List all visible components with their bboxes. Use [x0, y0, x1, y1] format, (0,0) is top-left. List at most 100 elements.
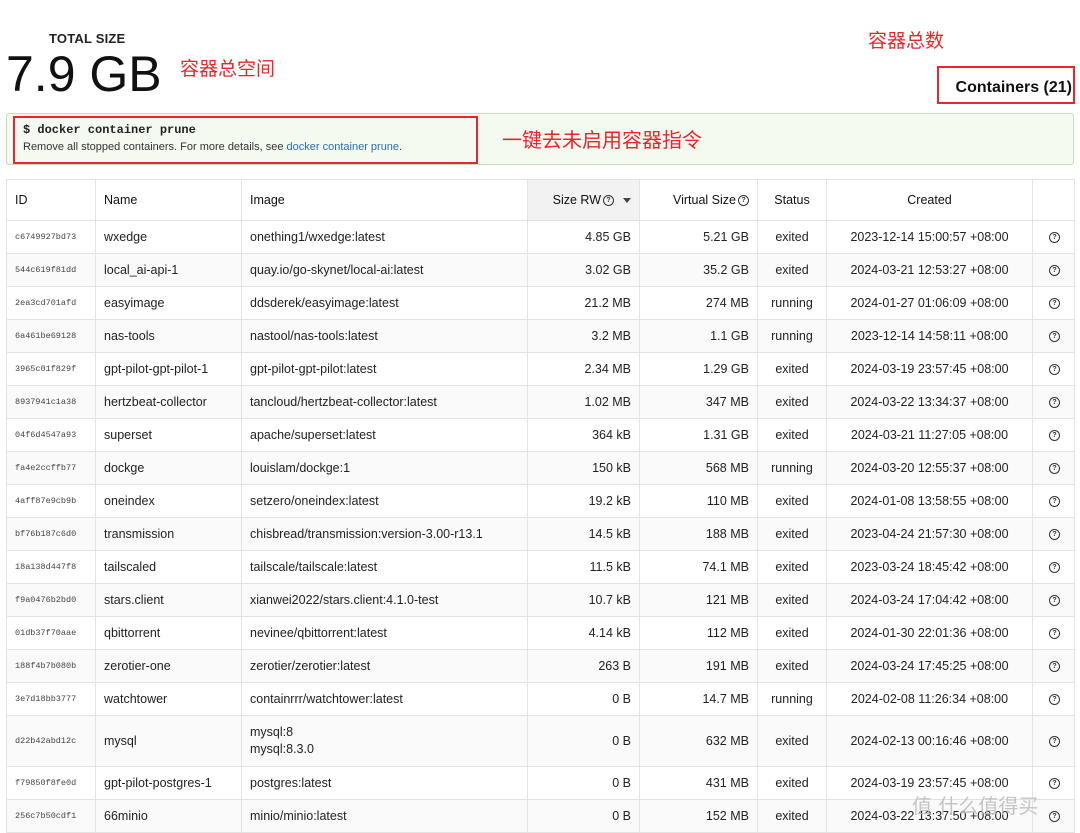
- container-name: stars.client: [95, 583, 242, 617]
- info-icon[interactable]: ?: [1049, 364, 1060, 376]
- container-size-rw: 2.34 MB: [527, 352, 640, 386]
- container-virtual-size: 152 MB: [639, 799, 758, 833]
- info-icon[interactable]: ?: [1049, 694, 1060, 706]
- container-created: 2024-02-13 00:16:46 +08:00: [826, 715, 1033, 767]
- table-row[interactable]: f9a0476b2bd0 stars.client xianwei2022/star…: [6, 583, 1075, 617]
- container-image: apache/superset:latest: [241, 418, 528, 452]
- watermark-text: 值 什么值得买: [912, 794, 1039, 818]
- row-actions: ?: [1032, 220, 1075, 254]
- info-icon[interactable]: ?: [1049, 529, 1060, 541]
- table-row[interactable]: 04f6d4547a93 superset apache/superset:late…: [6, 418, 1075, 452]
- table-row[interactable]: 6a461be69128 nas-tools nastool/nas-tools:l…: [6, 319, 1075, 353]
- column-header-created-label: Created: [907, 193, 952, 207]
- container-virtual-size: 74.1 MB: [639, 550, 758, 584]
- container-name: mysql: [95, 715, 242, 767]
- container-image: xianwei2022/stars.client:4.1.0-test: [241, 583, 528, 617]
- table-row[interactable]: 3e7d18bb3777 watchtower containrrr/watchto…: [6, 682, 1075, 716]
- container-name: oneindex: [95, 484, 242, 518]
- container-created: 2024-01-27 01:06:09 +08:00: [826, 286, 1033, 320]
- container-image-tag: gpt-pilot-gpt-pilot:latest: [250, 362, 377, 376]
- container-created: 2024-03-21 11:27:05 +08:00: [826, 418, 1033, 452]
- table-row[interactable]: d22b42abd12c mysql mysql:8 mysql:8.3.0 0 B 63…: [6, 715, 1075, 767]
- info-icon[interactable]: ?: [1049, 496, 1060, 508]
- info-icon[interactable]: ?: [1049, 595, 1060, 607]
- container-id: 18a138d447f8: [6, 550, 96, 584]
- info-icon[interactable]: ?: [1049, 628, 1060, 640]
- info-icon[interactable]: ?: [1049, 265, 1060, 277]
- container-image: chisbread/transmission:version-3.00-r13.…: [241, 517, 528, 551]
- prune-command: $ docker container prune: [23, 123, 196, 137]
- table-row[interactable]: 544c619f81dd local_ai-api-1 quay.io/go-sky…: [6, 253, 1075, 287]
- container-status: exited: [757, 649, 827, 683]
- container-image: ddsderek/easyimage:latest: [241, 286, 528, 320]
- container-image: tailscale/tailscale:latest: [241, 550, 528, 584]
- table-row[interactable]: fa4e2ccffb77 dockge louislam/dockge:1 150 k…: [6, 451, 1075, 485]
- info-icon[interactable]: ?: [1049, 811, 1060, 823]
- prune-docs-link[interactable]: docker container prune: [287, 141, 400, 153]
- table-row[interactable]: c6749927bd73 wxedge onething1/wxedge:lates…: [6, 220, 1075, 254]
- container-size-rw: 0 B: [527, 715, 640, 767]
- table-row[interactable]: 2ea3cd701afd easyimage ddsderek/easyimage:…: [6, 286, 1075, 320]
- container-id: 6a461be69128: [6, 319, 96, 353]
- row-actions: ?: [1032, 418, 1075, 452]
- container-image-tag: mysql:8.3.0: [250, 742, 314, 756]
- column-header-size-rw-label: Size RW: [552, 193, 601, 207]
- table-row[interactable]: 4aff87e9cb9b oneindex setzero/oneindex:lat…: [6, 484, 1075, 518]
- container-id: bf76b187c6d0: [6, 517, 96, 551]
- help-icon[interactable]: ?: [603, 195, 614, 207]
- container-name: gpt-pilot-gpt-pilot-1: [95, 352, 242, 386]
- container-size-rw: 263 B: [527, 649, 640, 683]
- container-name: local_ai-api-1: [95, 253, 242, 287]
- table-row[interactable]: bf76b187c6d0 transmission chisbread/transm…: [6, 517, 1075, 551]
- table-row[interactable]: 18a138d447f8 tailscaled tailscale/tailscal…: [6, 550, 1075, 584]
- container-id: d22b42abd12c: [6, 715, 96, 767]
- row-actions: ?: [1032, 253, 1075, 287]
- table-row[interactable]: 01db37f70aae qbittorrent nevinee/qbittorre…: [6, 616, 1075, 650]
- info-icon[interactable]: ?: [1049, 562, 1060, 574]
- container-status: exited: [757, 484, 827, 518]
- info-icon[interactable]: ?: [1049, 778, 1060, 790]
- column-header-size-rw[interactable]: Size RW?: [527, 179, 640, 221]
- info-icon[interactable]: ?: [1049, 397, 1060, 409]
- help-icon[interactable]: ?: [738, 195, 749, 207]
- container-size-rw: 4.14 kB: [527, 616, 640, 650]
- containers-count-heading: Containers (21): [955, 79, 1072, 96]
- column-header-name[interactable]: Name: [95, 179, 242, 221]
- column-header-status[interactable]: Status: [757, 179, 827, 221]
- container-image-tag: ddsderek/easyimage:latest: [250, 296, 399, 310]
- container-created: 2023-12-14 15:00:57 +08:00: [826, 220, 1033, 254]
- container-virtual-size: 112 MB: [639, 616, 758, 650]
- info-icon[interactable]: ?: [1049, 661, 1060, 673]
- row-actions: ?: [1032, 649, 1075, 683]
- info-icon[interactable]: ?: [1049, 298, 1060, 310]
- info-icon[interactable]: ?: [1049, 430, 1060, 442]
- container-image-tag: minio/minio:latest: [250, 809, 347, 823]
- container-status: exited: [757, 550, 827, 584]
- column-header-id[interactable]: ID: [6, 179, 96, 221]
- container-status: exited: [757, 385, 827, 419]
- column-header-created[interactable]: Created: [826, 179, 1033, 221]
- table-row[interactable]: 3965c01f829f gpt-pilot-gpt-pilot-1 gpt-pil…: [6, 352, 1075, 386]
- annotation-total-space: 容器总空间: [180, 58, 276, 80]
- container-size-rw: 1.02 MB: [527, 385, 640, 419]
- info-icon[interactable]: ?: [1049, 736, 1060, 748]
- row-actions: ?: [1032, 799, 1075, 833]
- info-icon[interactable]: ?: [1049, 232, 1060, 244]
- column-header-virtual-size[interactable]: Virtual Size?: [639, 179, 758, 221]
- info-icon[interactable]: ?: [1049, 331, 1060, 343]
- table-row[interactable]: 8937941c1a38 hertzbeat-collector tancloud/…: [6, 385, 1075, 419]
- container-created: 2023-03-24 18:45:42 +08:00: [826, 550, 1033, 584]
- info-icon[interactable]: ?: [1049, 463, 1060, 475]
- container-id: 2ea3cd701afd: [6, 286, 96, 320]
- container-status: running: [757, 682, 827, 716]
- column-header-image[interactable]: Image: [241, 179, 528, 221]
- row-actions: ?: [1032, 319, 1075, 353]
- container-name: superset: [95, 418, 242, 452]
- row-actions: ?: [1032, 550, 1075, 584]
- container-virtual-size: 431 MB: [639, 766, 758, 800]
- table-row[interactable]: 188f4b7b080b zerotier-one zerotier/zerotie…: [6, 649, 1075, 683]
- container-name: nas-tools: [95, 319, 242, 353]
- container-size-rw: 150 kB: [527, 451, 640, 485]
- container-size-rw: 4.85 GB: [527, 220, 640, 254]
- container-name: qbittorrent: [95, 616, 242, 650]
